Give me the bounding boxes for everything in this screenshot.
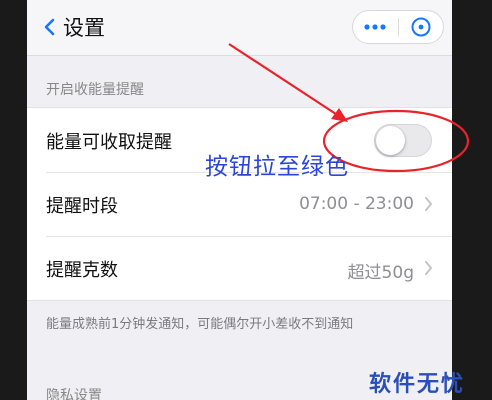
section-header-privacy: 隐私设置 [46,388,102,400]
close-button[interactable] [398,11,443,43]
row-reminder-grams[interactable]: 提醒克数 超过50g [27,236,452,300]
chevron-right-icon [425,261,432,275]
mini-program-capsule [352,10,444,44]
row-reminder-period[interactable]: 提醒时段 07:00 - 23:00 [27,172,452,236]
row-label: 提醒时段 [46,196,118,217]
row-label: 提醒克数 [46,260,118,281]
back-button[interactable]: 设置 [41,11,105,43]
close-circle-icon [411,17,431,37]
navigation-bar: 设置 [27,0,452,56]
annotation-text: 按钮拉至绿色 [205,154,349,180]
phone-screen: 设置 开启收能量提醒 能量可收取提醒 提醒时段 07:00 - 23:00 提醒… [27,0,452,400]
watermark: 软件无忧 [369,372,466,397]
row-label: 能量可收取提醒 [46,132,172,153]
more-button[interactable] [353,11,398,43]
page-title: 设置 [63,16,105,40]
more-dots-icon [364,24,386,30]
chevron-left-icon [44,18,55,36]
reminder-settings-list: 能量可收取提醒 提醒时段 07:00 - 23:00 提醒克数 超过50g [27,107,452,301]
row-value: 07:00 - 23:00 [299,194,414,214]
toggle-knob [376,126,405,155]
row-value: 超过50g [347,263,414,283]
section-footnote: 能量成熟前1分钟发通知，可能偶尔开小差收不到通知 [46,317,354,332]
section-header-reminder: 开启收能量提醒 [46,82,144,98]
energy-reminder-toggle[interactable] [374,124,432,157]
chevron-right-icon [425,197,432,211]
